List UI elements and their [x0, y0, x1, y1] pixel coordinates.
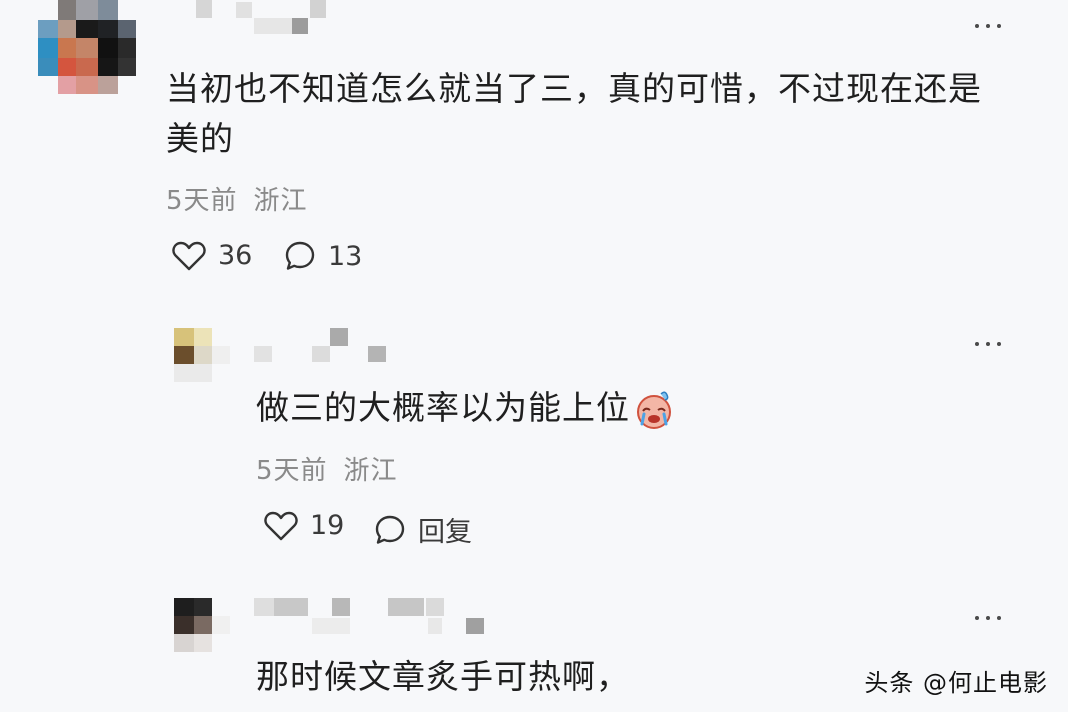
- reply-button[interactable]: 13: [284, 240, 362, 272]
- reply-button[interactable]: 回复: [374, 510, 472, 549]
- reply-label: 回复: [418, 517, 472, 548]
- heart-icon: [264, 511, 298, 540]
- location: 浙江: [253, 186, 308, 216]
- comment-meta: 5天前 浙江: [256, 450, 398, 487]
- username-blurred[interactable]: [196, 0, 336, 36]
- watermark: 头条 @何止电影: [864, 669, 1048, 697]
- reply-count: 13: [328, 240, 363, 272]
- timestamp: 5天前: [166, 186, 238, 216]
- more-options-button[interactable]: [972, 340, 1004, 348]
- username-blurred[interactable]: [252, 326, 402, 366]
- like-count: 19: [310, 510, 345, 541]
- timestamp: 5天前: [256, 456, 328, 486]
- avatar[interactable]: [174, 328, 230, 384]
- comment-text: 当初也不知道怎么就当了三，真的可惜，不过现在还是 美的: [166, 69, 982, 158]
- comment-meta: 5天前 浙江: [166, 180, 308, 217]
- username-blurred[interactable]: [254, 598, 494, 638]
- crying-face-emoji-icon: [637, 391, 671, 429]
- comment-text: 那时候文章炙手可热啊，: [256, 657, 630, 696]
- like-button[interactable]: 36: [172, 240, 252, 271]
- more-options-button[interactable]: [972, 614, 1004, 622]
- heart-icon: [172, 241, 206, 270]
- comment-text: 做三的大概率以为能上位: [256, 383, 956, 433]
- avatar[interactable]: [174, 598, 230, 654]
- comment-bubble-icon: [285, 241, 315, 270]
- like-count: 36: [218, 240, 253, 271]
- more-options-button[interactable]: [972, 22, 1004, 30]
- comment-bubble-icon: [375, 515, 405, 544]
- avatar[interactable]: [38, 0, 138, 96]
- like-button[interactable]: 19: [264, 510, 344, 541]
- location: 浙江: [343, 456, 398, 486]
